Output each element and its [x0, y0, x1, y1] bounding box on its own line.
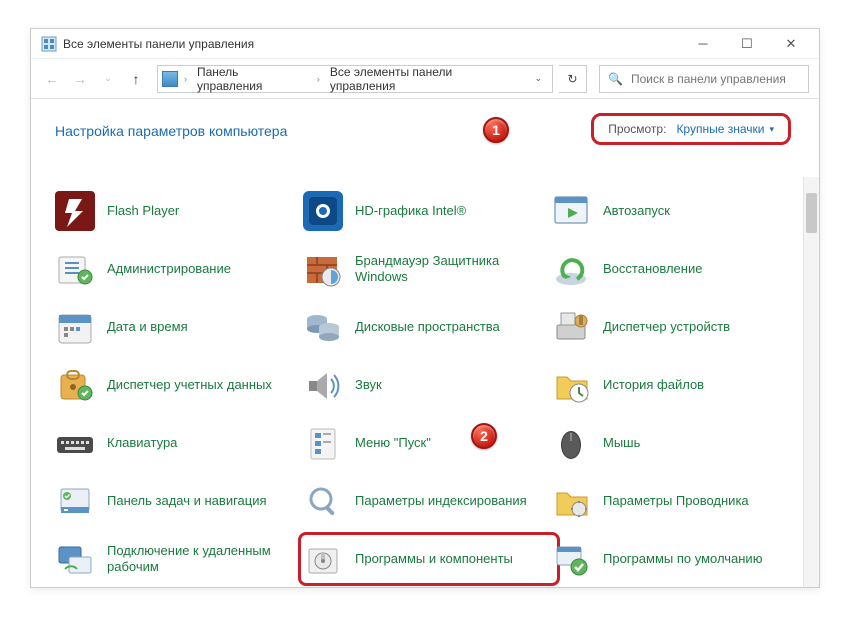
- folderopt-icon: [551, 481, 591, 521]
- cp-item[interactable]: Программы по умолчанию: [551, 539, 799, 579]
- forward-button[interactable]: →: [69, 68, 91, 90]
- cp-item[interactable]: Параметры индексирования: [303, 481, 551, 521]
- cp-item-label: Flash Player: [107, 203, 179, 219]
- items-grid: Flash Player HD-графика Intel® Автозапуск А…: [55, 191, 809, 587]
- titlebar: Все элементы панели управления ─ ☐ ✕: [31, 29, 819, 59]
- recent-dropdown[interactable]: ⌄: [97, 68, 119, 90]
- defprog-icon: [551, 539, 591, 579]
- search-box[interactable]: 🔍: [599, 65, 809, 93]
- content-area: Flash Player HD-графика Intel® Автозапуск А…: [31, 177, 819, 587]
- devicemgr-icon: [551, 307, 591, 347]
- flash-icon: [55, 191, 95, 231]
- callout-badge-2: 2: [471, 423, 497, 449]
- cp-item-label: Автозапуск: [603, 203, 670, 219]
- window-icon: [41, 36, 57, 52]
- cp-item[interactable]: Автозапуск: [551, 191, 799, 231]
- up-button[interactable]: ↑: [125, 68, 147, 90]
- chevron-right-icon[interactable]: ›: [317, 74, 320, 84]
- cp-item-label: Диспетчер учетных данных: [107, 377, 272, 393]
- cp-item[interactable]: Подключение к удаленным рабочим: [55, 539, 303, 579]
- intel-icon: [303, 191, 343, 231]
- sound-icon: [303, 365, 343, 405]
- firewall-icon: [303, 249, 343, 289]
- cp-item-label: Дата и время: [107, 319, 188, 335]
- startmenu-icon: [303, 423, 343, 463]
- cp-item-label: Подключение к удаленным рабочим: [107, 543, 287, 576]
- cp-item-label: Дисковые пространства: [355, 319, 500, 335]
- header: Настройка параметров компьютера Просмотр…: [31, 99, 819, 151]
- cp-item-label: Восстановление: [603, 261, 702, 277]
- cp-item-label: Меню "Пуск": [355, 435, 431, 451]
- callout-badge-1: 1: [483, 117, 509, 143]
- maximize-button[interactable]: ☐: [725, 29, 769, 59]
- taskbar-icon: [55, 481, 95, 521]
- cp-item[interactable]: Параметры Проводника: [551, 481, 799, 521]
- storage-icon: [303, 307, 343, 347]
- cp-item[interactable]: Мышь: [551, 423, 799, 463]
- breadcrumb-label: Панель управления: [197, 65, 307, 93]
- cp-item-label: История файлов: [603, 377, 704, 393]
- minimize-button[interactable]: ─: [681, 29, 725, 59]
- cp-item[interactable]: Звук: [303, 365, 551, 405]
- refresh-button[interactable]: ↻: [559, 65, 587, 93]
- breadcrumb-label: Все элементы панели управления: [330, 65, 521, 93]
- cp-item-label: Клавиатура: [107, 435, 177, 451]
- cp-item[interactable]: Дисковые пространства: [303, 307, 551, 347]
- scrollbar-thumb[interactable]: [806, 193, 817, 233]
- address-bar[interactable]: › Панель управления › Все элементы панел…: [157, 65, 553, 93]
- programs-icon: [303, 539, 343, 579]
- keyboard-icon: [55, 423, 95, 463]
- cp-item[interactable]: Дата и время: [55, 307, 303, 347]
- chevron-down-icon[interactable]: ⌄: [528, 73, 548, 84]
- navbar: ← → ⌄ ↑ › Панель управления › Все элемен…: [31, 59, 819, 99]
- search-input[interactable]: [631, 72, 800, 86]
- cp-item-label: Администрирование: [107, 261, 231, 277]
- credmgr-icon: [55, 365, 95, 405]
- control-panel-icon: [162, 71, 178, 87]
- cp-item-label: Программы и компоненты: [355, 551, 513, 567]
- cp-item[interactable]: Восстановление: [551, 249, 799, 289]
- control-panel-window: Все элементы панели управления ─ ☐ ✕ ← →…: [30, 28, 820, 588]
- breadcrumb-segment[interactable]: Все элементы панели управления: [326, 66, 525, 92]
- indexing-icon: [303, 481, 343, 521]
- admin-icon: [55, 249, 95, 289]
- cp-item-label: Параметры индексирования: [355, 493, 527, 509]
- breadcrumb-segment[interactable]: Панель управления: [193, 66, 311, 92]
- cp-item-label: Программы по умолчанию: [603, 551, 762, 567]
- cp-item[interactable]: Диспетчер учетных данных: [55, 365, 303, 405]
- search-icon: 🔍: [608, 72, 623, 86]
- view-label: Просмотр:: [608, 122, 666, 136]
- cp-item-label: Мышь: [603, 435, 640, 451]
- mouse-icon: [551, 423, 591, 463]
- cp-item-label: Диспетчер устройств: [603, 319, 730, 335]
- cp-item[interactable]: Клавиатура: [55, 423, 303, 463]
- autoplay-icon: [551, 191, 591, 231]
- window-title: Все элементы панели управления: [63, 37, 254, 51]
- back-button[interactable]: ←: [41, 68, 63, 90]
- view-value[interactable]: Крупные значки: [676, 122, 774, 136]
- cp-item[interactable]: Диспетчер устройств: [551, 307, 799, 347]
- scrollbar[interactable]: [803, 177, 819, 587]
- cp-item[interactable]: HD-графика Intel®: [303, 191, 551, 231]
- recovery-icon: [551, 249, 591, 289]
- page-title: Настройка параметров компьютера: [55, 123, 287, 139]
- cp-item[interactable]: Меню "Пуск": [303, 423, 551, 463]
- remote-icon: [55, 539, 95, 579]
- cp-item-label: Звук: [355, 377, 382, 393]
- cp-item-label: Брандмауэр Защитника Windows: [355, 253, 535, 286]
- cp-item-label: Параметры Проводника: [603, 493, 749, 509]
- filehist-icon: [551, 365, 591, 405]
- cp-item[interactable]: Администрирование: [55, 249, 303, 289]
- cp-item[interactable]: Flash Player: [55, 191, 303, 231]
- cp-item[interactable]: История файлов: [551, 365, 799, 405]
- cp-item[interactable]: Программы и компоненты: [298, 532, 560, 586]
- cp-item-label: Панель задач и навигация: [107, 493, 267, 509]
- datetime-icon: [55, 307, 95, 347]
- cp-item[interactable]: Брандмауэр Защитника Windows: [303, 249, 551, 289]
- chevron-right-icon[interactable]: ›: [184, 74, 187, 84]
- cp-item[interactable]: Панель задач и навигация: [55, 481, 303, 521]
- close-button[interactable]: ✕: [769, 29, 813, 59]
- view-selector[interactable]: Просмотр: Крупные значки: [591, 113, 791, 145]
- cp-item-label: HD-графика Intel®: [355, 203, 466, 219]
